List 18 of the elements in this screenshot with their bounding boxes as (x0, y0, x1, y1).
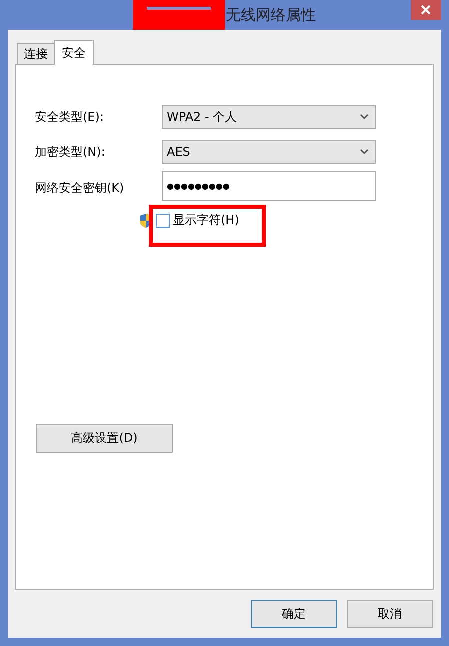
field-label: 网络安全密钥(K) (35, 180, 126, 196)
advanced-settings-button[interactable]: 高级设置(D) (36, 424, 173, 453)
window-title: 无线网络属性 (225, 6, 316, 24)
cancel-button[interactable]: 取消 (347, 600, 433, 628)
dropdown[interactable]: AES (162, 140, 376, 164)
field-label: 加密类型(N): (35, 144, 106, 160)
ok-button[interactable]: 确定 (251, 600, 337, 628)
tab[interactable]: 连接 (17, 43, 55, 64)
field-label: 安全类型(E): (35, 108, 105, 126)
checkbox-label: 显示字符(H) (173, 212, 240, 229)
close-icon (421, 5, 431, 15)
dropdown[interactable]: WPA2 - 个人 (162, 105, 376, 129)
password-field[interactable]: ●●●●●●●●● (162, 171, 376, 201)
chevron-down-icon (360, 149, 369, 155)
tab[interactable]: 安全 (54, 40, 94, 65)
close-button[interactable] (411, 0, 441, 20)
checkbox[interactable] (156, 214, 170, 228)
chevron-down-icon (360, 114, 369, 120)
